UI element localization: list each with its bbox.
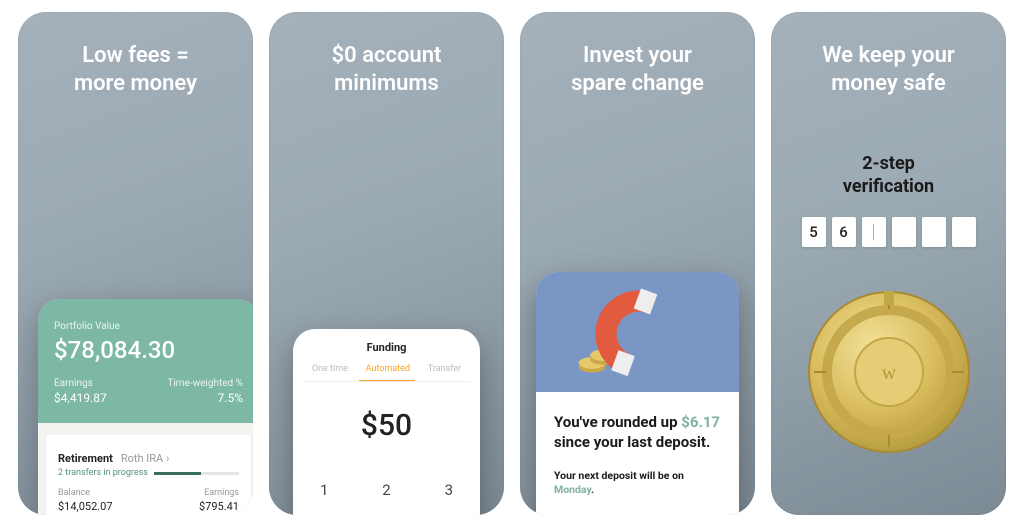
code-digit[interactable]: 5 bbox=[802, 217, 826, 247]
code-digit[interactable]: 6 bbox=[832, 217, 856, 247]
svg-text:w: w bbox=[881, 362, 896, 384]
promo-panel-low-fees: Low fees = more money Portfolio Value $7… bbox=[18, 12, 253, 515]
code-digit[interactable] bbox=[922, 217, 946, 247]
roundup-next-day: Monday bbox=[554, 483, 591, 496]
account-earnings-value: $795.41 bbox=[199, 500, 239, 513]
code-digit[interactable] bbox=[862, 217, 886, 247]
key-1[interactable]: 1 bbox=[293, 465, 355, 515]
account-progress-text: 2 transfers in progress bbox=[58, 468, 148, 478]
headline: Low fees = more money bbox=[18, 12, 253, 97]
tab-one-time[interactable]: One time bbox=[312, 360, 348, 382]
funding-title: Funding bbox=[293, 341, 480, 354]
tab-transfer[interactable]: Transfer bbox=[428, 360, 461, 382]
twr-label: Time-weighted % bbox=[167, 378, 243, 389]
phone-mock-funding: Funding One time Automated Transfer $50 … bbox=[293, 329, 480, 515]
tab-automated[interactable]: Automated bbox=[366, 360, 410, 382]
roundup-summary: You've rounded up $6.17 since your last … bbox=[554, 412, 721, 453]
tab-underline bbox=[359, 380, 415, 382]
safe-dial-icon: w bbox=[804, 287, 974, 457]
earnings-label: Earnings bbox=[54, 378, 107, 389]
portfolio-header: Portfolio Value $78,084.30 Earnings $4,4… bbox=[38, 299, 253, 423]
funding-tabs: One time Automated Transfer bbox=[293, 360, 480, 382]
headline: $0 account minimums bbox=[269, 12, 504, 97]
twr-value: 7.5% bbox=[167, 391, 243, 405]
code-digit[interactable] bbox=[952, 217, 976, 247]
promo-panel-safety: We keep your money safe 2-step verificat… bbox=[771, 12, 1006, 515]
account-earnings-label: Earnings bbox=[204, 488, 239, 498]
headline: Invest your spare change bbox=[520, 12, 755, 97]
tfa-title: 2-step verification bbox=[843, 152, 934, 199]
progress-bar bbox=[154, 472, 239, 475]
promo-panel-minimums: $0 account minimums Funding One time Aut… bbox=[269, 12, 504, 515]
funding-amount: $50 bbox=[293, 382, 480, 465]
keypad: 1 2 3 4 5 6 7 8 9 0 bbox=[293, 465, 480, 515]
account-card[interactable]: Retirement Roth IRA › 2 transfers in pro… bbox=[46, 435, 251, 515]
headline: We keep your money safe bbox=[771, 12, 1006, 97]
promo-panel-roundup: Invest your spare change w You've round bbox=[520, 12, 755, 515]
key-3[interactable]: 3 bbox=[418, 465, 480, 515]
code-digit[interactable] bbox=[892, 217, 916, 247]
earnings-value: $4,419.87 bbox=[54, 391, 107, 405]
phone-mock-roundup: w You've rounded up $6.17 since your las… bbox=[536, 272, 739, 515]
balance-label: Balance bbox=[58, 488, 90, 498]
cursor-icon bbox=[873, 224, 875, 240]
magnet-illustration: w bbox=[536, 272, 739, 392]
verification-code-input[interactable]: 5 6 bbox=[802, 217, 976, 247]
portfolio-value: $78,084.30 bbox=[54, 336, 243, 364]
roundup-next: Your next deposit will be on Monday. bbox=[554, 469, 721, 498]
roundup-amount: $6.17 bbox=[681, 413, 720, 431]
balance-value: $14,052.07 bbox=[58, 500, 113, 513]
account-subtype: Roth IRA › bbox=[121, 452, 169, 465]
portfolio-value-label: Portfolio Value bbox=[54, 321, 243, 332]
phone-mock-portfolio: Portfolio Value $78,084.30 Earnings $4,4… bbox=[38, 299, 253, 515]
key-2[interactable]: 2 bbox=[355, 465, 417, 515]
account-name: Retirement bbox=[58, 452, 113, 465]
